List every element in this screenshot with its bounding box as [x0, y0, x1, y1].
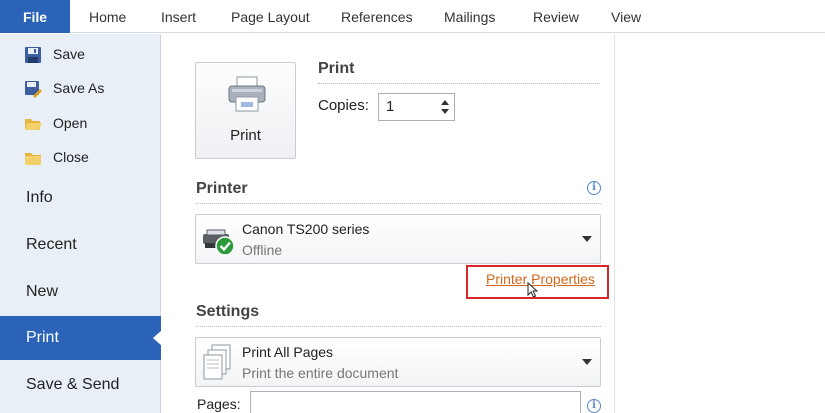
save-icon — [25, 47, 41, 63]
pages-icon — [203, 344, 231, 380]
pages-input[interactable] — [250, 391, 581, 413]
pages-label: Pages: — [197, 396, 241, 412]
mouse-cursor-icon — [527, 282, 539, 298]
nav-item-close[interactable]: Close — [0, 140, 161, 174]
tab-mailings[interactable]: Mailings — [444, 0, 495, 33]
spin-arrows-icon[interactable] — [439, 97, 451, 117]
printer-name: Canon TS200 series — [242, 221, 370, 237]
close-folder-icon — [25, 153, 41, 165]
printer-heading: Printer — [196, 180, 248, 197]
print-button-label: Print — [230, 127, 261, 144]
printer-status: Offline — [242, 242, 283, 258]
print-range-description: Print the entire document — [242, 365, 399, 381]
settings-heading-rule — [196, 326, 601, 327]
nav-item-label: New — [26, 283, 59, 300]
copies-stepper[interactable]: 1 — [378, 93, 455, 121]
backstage-nav: Save Save As Open Close Info Recent New … — [0, 34, 162, 413]
nav-item-save-as[interactable]: Save As — [0, 71, 161, 105]
nav-item-recent[interactable]: Recent — [0, 223, 161, 267]
tab-references[interactable]: References — [341, 0, 413, 33]
tab-page-layout[interactable]: Page Layout — [231, 0, 310, 33]
nav-item-label: Close — [53, 149, 89, 165]
chevron-down-icon — [582, 359, 592, 365]
nav-item-label: Recent — [26, 236, 77, 253]
nav-item-label: Print — [26, 329, 59, 346]
nav-item-new[interactable]: New — [0, 270, 161, 314]
nav-item-info[interactable]: Info — [0, 176, 161, 220]
print-range-select[interactable]: Print All Pages Print the entire documen… — [195, 337, 601, 387]
nav-item-open[interactable]: Open — [0, 106, 161, 140]
nav-item-save-send[interactable]: Save & Send — [0, 363, 161, 407]
printer-properties-link[interactable]: Printer Properties — [486, 271, 595, 287]
chevron-down-icon — [582, 236, 592, 242]
printer-info-icon[interactable]: i — [587, 181, 601, 195]
nav-item-label: Info — [26, 189, 53, 206]
printer-icon — [228, 76, 266, 112]
print-heading-rule — [318, 83, 600, 84]
tab-view[interactable]: View — [611, 0, 641, 33]
nav-item-print[interactable]: Print — [0, 316, 162, 360]
nav-item-label: Open — [53, 115, 88, 131]
printer-status-icon — [203, 229, 235, 256]
save-as-icon — [25, 81, 42, 98]
print-range-title: Print All Pages — [242, 344, 334, 360]
nav-item-label: Save — [53, 46, 85, 62]
nav-item-save[interactable]: Save — [0, 37, 161, 71]
copies-label: Copies: — [318, 97, 369, 114]
nav-item-label: Save As — [53, 80, 105, 96]
tab-home[interactable]: Home — [89, 0, 126, 33]
print-button[interactable]: Print — [195, 62, 296, 159]
printer-select[interactable]: Canon TS200 series Offline — [195, 214, 601, 264]
settings-heading: Settings — [196, 303, 260, 320]
copies-value: 1 — [386, 98, 395, 115]
nav-item-label: Save & Send — [26, 376, 120, 393]
ribbon-tab-bar: File Home Insert Page Layout References … — [0, 0, 825, 33]
pages-info-icon[interactable]: i — [587, 399, 601, 413]
open-folder-icon — [25, 119, 42, 130]
print-heading: Print — [318, 60, 355, 77]
tab-insert[interactable]: Insert — [161, 0, 196, 33]
tab-review[interactable]: Review — [533, 0, 579, 33]
tab-file[interactable]: File — [0, 0, 70, 33]
printer-heading-rule — [196, 203, 601, 204]
